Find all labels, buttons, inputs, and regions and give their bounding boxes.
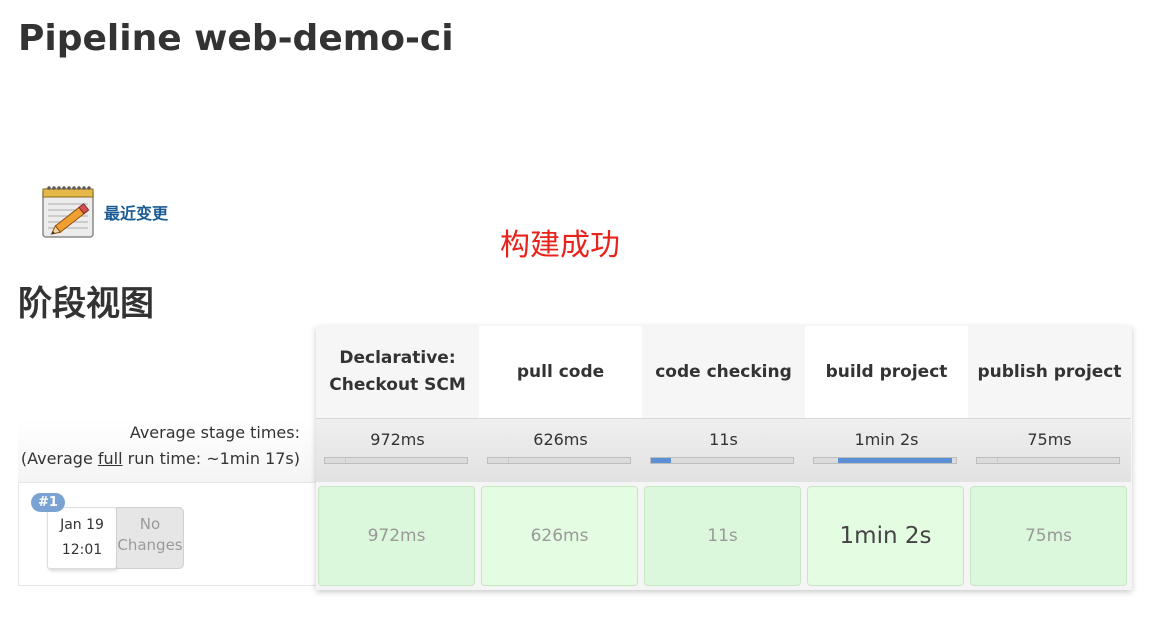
stage-average: 626ms <box>479 418 642 482</box>
stage-run-time: 626ms <box>530 526 589 546</box>
stage-progress-fill <box>997 458 998 463</box>
stage-average-time: 626ms <box>533 430 588 449</box>
build-row-label: #1 Jan 19 12:01 No Changes <box>18 482 316 586</box>
stage-run-time: 1min 2s <box>839 523 932 549</box>
stage-column: Declarative: Checkout SCM 972ms 972ms <box>316 326 479 590</box>
stage-run-cell[interactable]: 972ms <box>318 486 475 586</box>
notepad-pencil-icon <box>42 186 94 238</box>
stage-average: 75ms <box>968 418 1131 482</box>
full-run-time-link[interactable]: full <box>98 449 123 468</box>
stage-progress-bar <box>976 457 1120 464</box>
stage-run-cell[interactable]: 11s <box>644 486 801 586</box>
stage-run-time: 972ms <box>367 526 426 546</box>
stage-column: code checking 11s 11s <box>642 326 805 590</box>
stage-average: 972ms <box>316 418 479 482</box>
stage-progress-fill <box>838 458 952 463</box>
stage-run-time: 11s <box>707 526 738 546</box>
no-changes-indicator: No Changes <box>116 507 184 569</box>
stage-progress-fill <box>345 458 346 463</box>
build-date: Jan 19 <box>60 517 104 533</box>
stage-average-time: 75ms <box>1027 430 1072 449</box>
stage-run-cell[interactable]: 1min 2s <box>807 486 964 586</box>
stage-average-time: 11s <box>709 430 738 449</box>
build-number-badge[interactable]: #1 <box>31 493 65 512</box>
build-date-box[interactable]: Jan 19 12:01 <box>47 507 117 569</box>
stage-header[interactable]: build project <box>805 326 968 418</box>
stage-progress-bar <box>650 457 794 464</box>
average-full-run-time-text: (Average full run time: ~1min 17s) <box>18 446 300 472</box>
stage-average: 11s <box>642 418 805 482</box>
page: Pipeline web-demo-ci 最近变更 构建成功 阶段视图 Aver… <box>0 0 1153 619</box>
recent-changes-link[interactable]: 最近变更 <box>40 182 168 242</box>
stage-header[interactable]: pull code <box>479 326 642 418</box>
stage-average-time: 972ms <box>370 430 425 449</box>
stage-progress-fill <box>651 458 671 463</box>
average-stage-times-label: Average stage times: (Average full run t… <box>18 420 316 482</box>
stage-progress-bar <box>324 457 468 464</box>
avg-run-prefix: (Average <box>20 449 98 468</box>
stage-run-time: 75ms <box>1024 526 1073 546</box>
avg-run-suffix: run time: ~1min 17s) <box>122 449 300 468</box>
stage-progress-bar <box>487 457 631 464</box>
stage-average-time: 1min 2s <box>854 430 919 449</box>
stage-view-table: Declarative: Checkout SCM 972ms 972ms pull … <box>316 326 1132 590</box>
recent-changes-label: 最近变更 <box>104 204 169 223</box>
stage-average: 1min 2s <box>805 418 968 482</box>
stage-view-title: 阶段视图 <box>18 284 154 324</box>
build-success-text: 构建成功 <box>500 228 620 263</box>
stage-header[interactable]: code checking <box>642 326 805 418</box>
stage-progress-fill <box>508 458 509 463</box>
stage-run-cell[interactable]: 626ms <box>481 486 638 586</box>
stage-header[interactable]: Declarative: Checkout SCM <box>316 326 479 418</box>
stage-column: build project 1min 2s 1min 2s <box>805 326 968 590</box>
stage-column: pull code 626ms 626ms <box>479 326 642 590</box>
stage-header[interactable]: publish project <box>968 326 1131 418</box>
page-title: Pipeline web-demo-ci <box>18 18 454 59</box>
stage-run-cell[interactable]: 75ms <box>970 486 1127 586</box>
average-stage-times-text: Average stage times: <box>129 423 300 442</box>
stage-progress-bar <box>813 457 957 464</box>
stage-column: publish project 75ms 75ms <box>968 326 1131 590</box>
build-time: 12:01 <box>61 542 103 558</box>
